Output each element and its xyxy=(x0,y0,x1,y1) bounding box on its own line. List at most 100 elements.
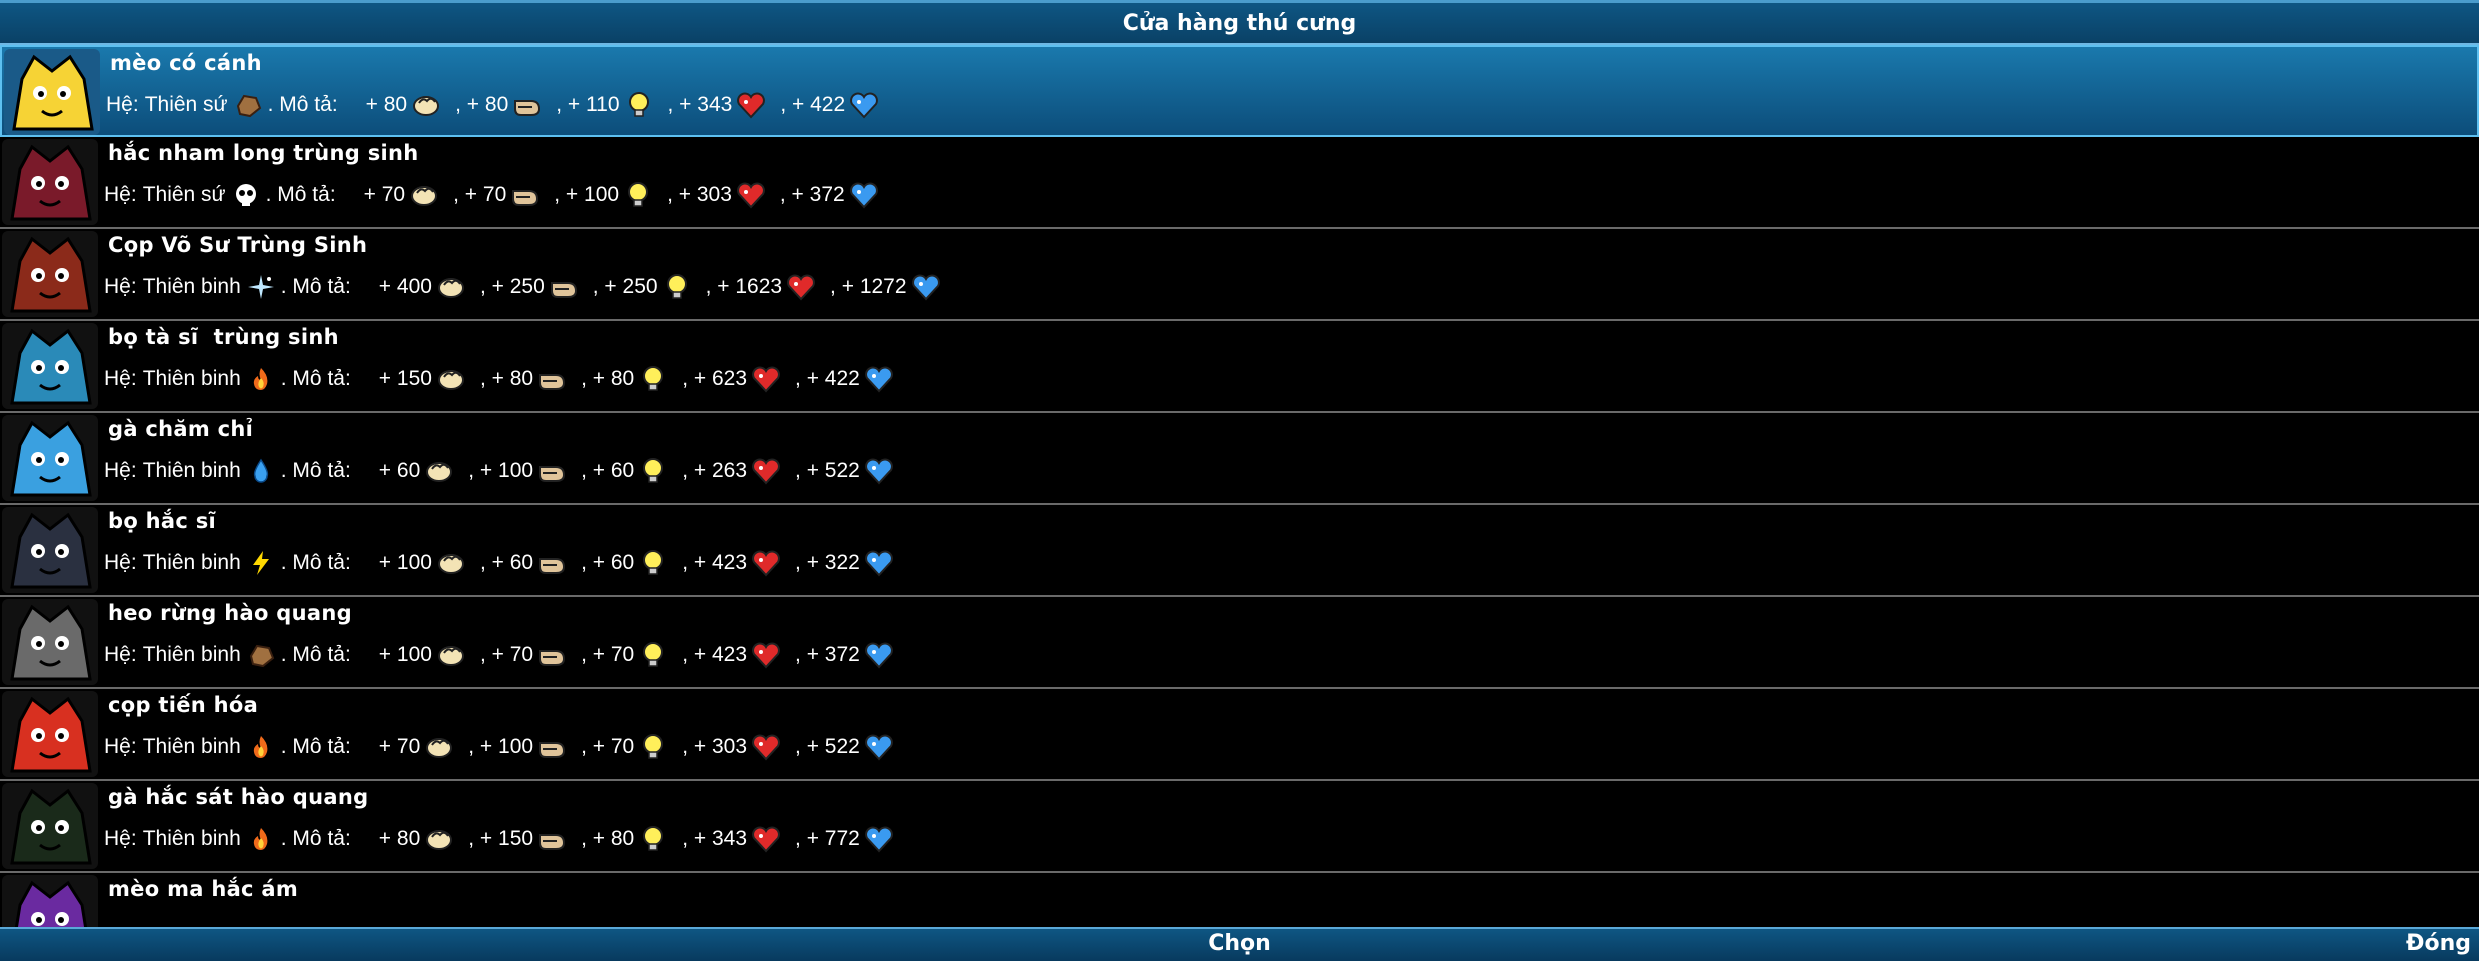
red-heart-icon xyxy=(736,181,766,209)
pet-avatar xyxy=(2,139,98,225)
pet-class: Thiên binh xyxy=(142,551,241,574)
fist-icon xyxy=(424,733,454,761)
pet-class: Thiên binh xyxy=(142,643,241,666)
stat-value: + 100 xyxy=(378,643,432,666)
water-drop-icon xyxy=(247,458,275,484)
stat-value: , + 372 xyxy=(795,643,860,666)
pet-name: mèo ma hắc ám xyxy=(108,877,299,901)
pet-name: gà chăm chỉ xyxy=(108,417,254,441)
stat-value: , + 522 xyxy=(795,735,860,758)
class-label: Hệ: xyxy=(104,643,137,666)
kick-icon xyxy=(537,641,567,669)
stat-value: , + 1623 xyxy=(705,275,783,298)
description-label: . Mô tả: xyxy=(280,827,351,850)
pet-name: bọ hắc sĩ xyxy=(108,509,217,533)
description-label: . Mô tả: xyxy=(280,735,351,758)
pet-avatar xyxy=(2,875,98,927)
lightbulb-icon xyxy=(638,733,668,761)
pet-avatar xyxy=(2,691,98,777)
class-label: Hệ: xyxy=(106,93,139,116)
stat-value: + 150 xyxy=(378,367,432,390)
pet-row[interactable]: Cọp Võ Sư Trùng Sinh Hệ: Thiên binh . Mô tả… xyxy=(0,229,2479,321)
pet-list[interactable]: mèo có cánh Hệ: Thiên sứ. Mô tả: + 80, + 80… xyxy=(0,45,2479,927)
class-label: Hệ: xyxy=(104,459,137,482)
stat-value: , + 70 xyxy=(581,643,635,666)
class-label: Hệ: xyxy=(104,551,137,574)
choose-button[interactable]: Chọn xyxy=(1208,931,1271,956)
stat-value: + 100 xyxy=(378,551,432,574)
skull-icon xyxy=(232,182,260,208)
kick-icon xyxy=(537,365,567,393)
stat-value: + 80 xyxy=(365,93,408,116)
pet-description: Hệ: Thiên sứ . Mô tả: + 70 , + 70 , + 100 , + … xyxy=(104,181,885,209)
red-heart-icon xyxy=(751,365,781,393)
pet-avatar xyxy=(2,231,98,317)
stat-value: , + 423 xyxy=(682,643,748,666)
footer-bar: Chọn Đóng xyxy=(0,927,2479,961)
pet-row[interactable]: heo rừng hào quang Hệ: Thiên binh . Mô tả: +… xyxy=(0,597,2479,689)
pet-name: cọp tiến hóa xyxy=(108,693,259,717)
pet-row[interactable]: bọ tà sĩ trùng sinh Hệ: Thiên binh . Mô tả:… xyxy=(0,321,2479,413)
pet-avatar xyxy=(2,599,98,685)
blue-heart-icon xyxy=(864,457,894,485)
pet-name: Cọp Võ Sư Trùng Sinh xyxy=(108,233,368,257)
close-button[interactable]: Đóng xyxy=(2406,931,2471,956)
stat-value: , + 303 xyxy=(667,183,732,206)
pet-description: Hệ: Thiên binh . Mô tả: + 60 , + 100 , + 60 , … xyxy=(104,457,900,485)
pet-row[interactable]: bọ hắc sĩ Hệ: Thiên binh . Mô tả: + 100 , + 6… xyxy=(0,505,2479,597)
pet-avatar xyxy=(4,49,100,135)
fist-icon xyxy=(436,549,466,577)
kick-icon xyxy=(510,181,540,209)
stat-value: , + 100 xyxy=(554,183,620,206)
pet-name: hắc nham long trùng sinh xyxy=(108,141,419,165)
stat-value: + 70 xyxy=(363,183,406,206)
stat-value: , + 80 xyxy=(581,827,635,850)
pet-class: Thiên binh xyxy=(142,275,241,298)
class-label: Hệ: xyxy=(104,735,137,758)
blue-heart-icon xyxy=(849,181,879,209)
stat-value: , + 522 xyxy=(795,459,860,482)
pet-description: Hệ: Thiên binh . Mô tả: + 80 , + 150 , + 80 , … xyxy=(104,825,900,853)
stat-value: , + 80 xyxy=(479,367,534,390)
description-label: . Mô tả: xyxy=(280,275,351,298)
stat-value: , + 772 xyxy=(795,827,860,850)
rock-icon xyxy=(234,92,262,118)
description-label: . Mô tả: xyxy=(280,551,351,574)
blue-heart-icon xyxy=(864,733,894,761)
description-label: . Mô tả: xyxy=(265,183,336,206)
fist-icon xyxy=(436,641,466,669)
pet-row[interactable]: mèo ma hắc ám xyxy=(0,873,2479,927)
fire-icon xyxy=(247,734,275,760)
stat-value: + 80 xyxy=(378,827,421,850)
pet-name: mèo có cánh xyxy=(110,51,262,75)
stat-value: , + 623 xyxy=(682,367,748,390)
shop-title: Cửa hàng thú cưng xyxy=(1122,10,1357,36)
stat-value: , + 322 xyxy=(795,551,860,574)
blue-heart-icon xyxy=(864,641,894,669)
kick-icon xyxy=(537,825,567,853)
lightbulb-icon xyxy=(638,641,668,669)
lightbulb-icon xyxy=(638,825,668,853)
red-heart-icon xyxy=(736,91,766,119)
description-label: . Mô tả: xyxy=(280,459,351,482)
pet-row[interactable]: cọp tiến hóa Hệ: Thiên binh . Mô tả: + 70 , +… xyxy=(0,689,2479,781)
stat-value: , + 423 xyxy=(682,551,748,574)
pet-description: Hệ: Thiên binh . Mô tả: + 100 , + 70 , + 70 , … xyxy=(104,641,900,669)
stat-value: , + 1272 xyxy=(830,275,907,298)
red-heart-icon xyxy=(751,457,781,485)
pet-row[interactable]: gà chăm chỉ Hệ: Thiên binh . Mô tả: + 60 , + … xyxy=(0,413,2479,505)
red-heart-icon xyxy=(751,641,781,669)
rock-icon xyxy=(247,642,275,668)
fist-icon xyxy=(424,457,454,485)
pet-class: Thiên sứ xyxy=(144,93,228,116)
pet-description: Hệ: Thiên binh . Mô tả: + 70 , + 100 , + 70 , … xyxy=(104,733,900,761)
pet-row[interactable]: hắc nham long trùng sinh Hệ: Thiên sứ . Mô … xyxy=(0,137,2479,229)
kick-icon xyxy=(537,457,567,485)
pet-row[interactable]: gà hắc sát hào quang Hệ: Thiên binh . Mô tả… xyxy=(0,781,2479,873)
pet-row[interactable]: mèo có cánh Hệ: Thiên sứ . Mô tả: + 80 , + 80… xyxy=(0,45,2479,137)
stat-value: , + 422 xyxy=(795,367,860,390)
fist-icon xyxy=(436,273,466,301)
stat-value: , + 263 xyxy=(682,459,748,482)
pet-class: Thiên binh xyxy=(142,459,241,482)
pet-class: Thiên binh xyxy=(142,367,241,390)
